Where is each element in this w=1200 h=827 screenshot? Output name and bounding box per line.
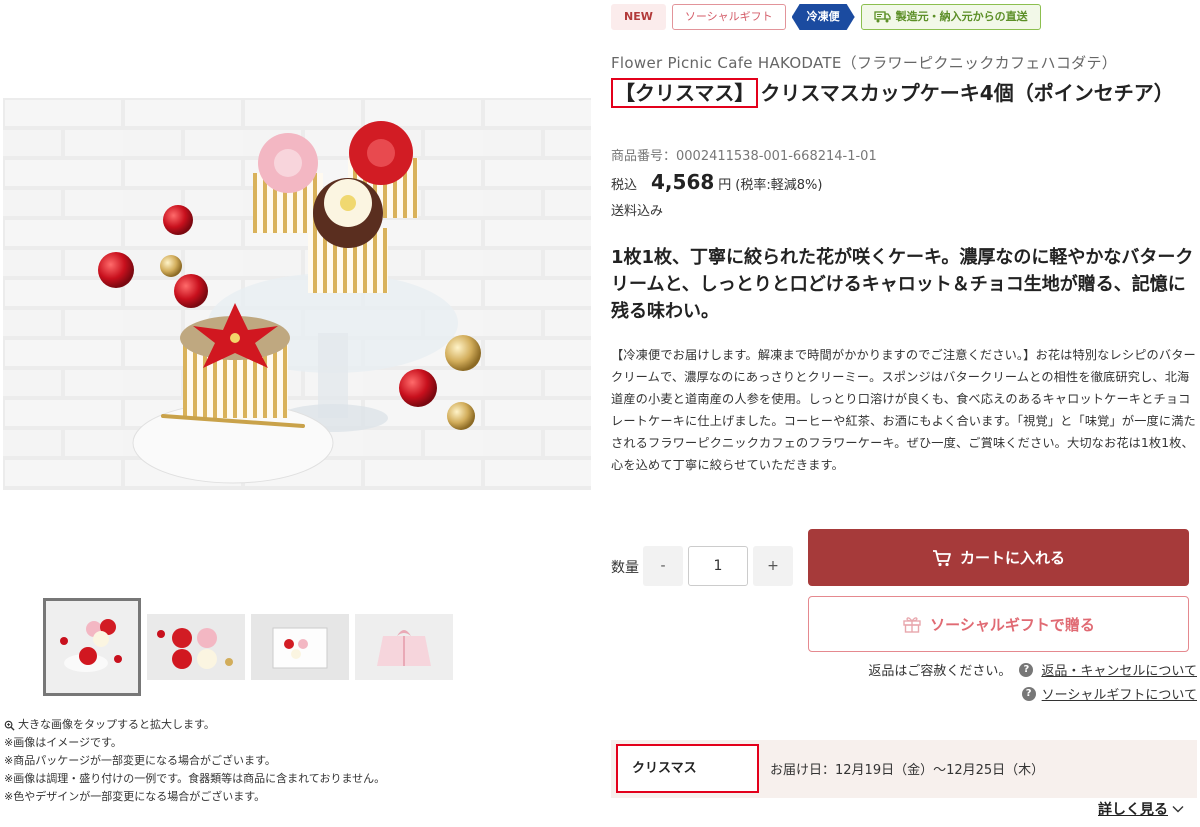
note-serving: ※画像は調理・盛り付けの一例です。食器類等は商品に含まれておりません。 [4,772,386,785]
price-row: 税込 4,568 円 (税率:軽減8%) [611,170,822,194]
badge-row: NEW ソーシャルギフト 冷凍便 製造元・納入元からの直送 [611,4,1041,30]
quantity-label: 数量 [611,560,639,576]
product-title: 【クリスマス】 クリスマスカップケーキ4個（ポインセチア） [611,78,1191,108]
product-sku: 商品番号：0002411538-001-668214-1-01 [611,149,877,164]
add-to-cart-button[interactable]: カートに入れる [808,529,1189,586]
brand-link[interactable]: Flower Picnic Cafe HAKODATE（フラワーピクニックカフェ… [611,52,1117,73]
product-description: 【冷凍便でお届けします。解凍まで時間がかかりますのでご注意ください。】お花は特別… [611,348,1196,472]
title-highlight: 【クリスマス】 [611,78,759,108]
thumbnail-1[interactable] [43,598,141,696]
frozen-badge: 冷凍便 [792,4,855,30]
quantity-input[interactable] [688,546,748,586]
zoom-icon [4,720,15,731]
help-icon: ? [1019,662,1034,677]
see-more-label: 詳しく見る [1098,802,1168,818]
thumbnail-2[interactable] [147,614,245,680]
shipping-note: 送料込み [611,204,664,219]
gift-info-row: ? ソーシャルギフトについて [1021,684,1197,703]
return-cancel-link[interactable]: 返品・キャンセルについて [1041,660,1197,679]
title-text: クリスマスカップケーキ4個（ポインセチア） [760,81,1174,105]
note-package: ※商品パッケージが一部変更になる場合がございます。 [4,754,276,767]
return-policy-row: 返品はご容赦ください。 ? 返品・キャンセルについて [868,660,1197,679]
price-label: 税込 [611,178,638,193]
thumbnail-strip [43,598,453,696]
social-gift-label: ソーシャルギフトで贈る [930,615,1095,634]
image-notes: 大きな画像をタップすると拡大します。 ※画像はイメージです。 ※商品パッケージが… [4,716,385,806]
social-gift-badge: ソーシャルギフト [671,4,786,30]
price-value: 4,568 [651,170,715,194]
catch-copy: 1枚1枚、丁寧に絞られた花が咲くケーキ。濃厚なのに軽やかなバタークリームと、しっ… [611,247,1194,322]
thumbnail-3[interactable] [251,614,349,680]
delivery-option-tag[interactable]: クリスマス [616,744,759,793]
cart-icon [932,549,951,566]
new-badge: NEW [611,4,666,30]
note-design: ※色やデザインが一部変更になる場合がございます。 [4,790,266,803]
thumbnail-4[interactable] [355,614,453,680]
main-product-image[interactable] [3,98,591,490]
social-gift-button[interactable]: ソーシャルギフトで贈る [808,596,1189,652]
gift-icon [903,617,921,633]
note-zoom: 大きな画像をタップすると拡大します。 [18,718,215,731]
price-unit: 円 [718,178,732,193]
direct-shipping-badge: 製造元・納入元からの直送 [860,4,1041,30]
no-return-text: 返品はご容赦ください。 [868,664,1012,679]
add-to-cart-label: カートに入れる [959,549,1065,567]
truck-icon [873,11,891,23]
social-gift-info-link[interactable]: ソーシャルギフトについて [1042,684,1197,703]
chevron-down-icon [1172,806,1184,813]
help-icon: ? [1021,686,1036,701]
note-image: ※画像はイメージです。 [4,736,122,749]
quantity-decrease-button[interactable]: - [643,546,683,586]
delivery-date: お届け日：12月19日（金）〜12月25日（木） [770,763,1045,778]
tax-note: (税率:軽減8%) [735,178,823,193]
direct-shipping-label: 製造元・納入元からの直送 [895,10,1028,23]
see-more-link[interactable]: 詳しく見る [1098,799,1184,819]
quantity-increase-button[interactable]: + [753,546,793,586]
